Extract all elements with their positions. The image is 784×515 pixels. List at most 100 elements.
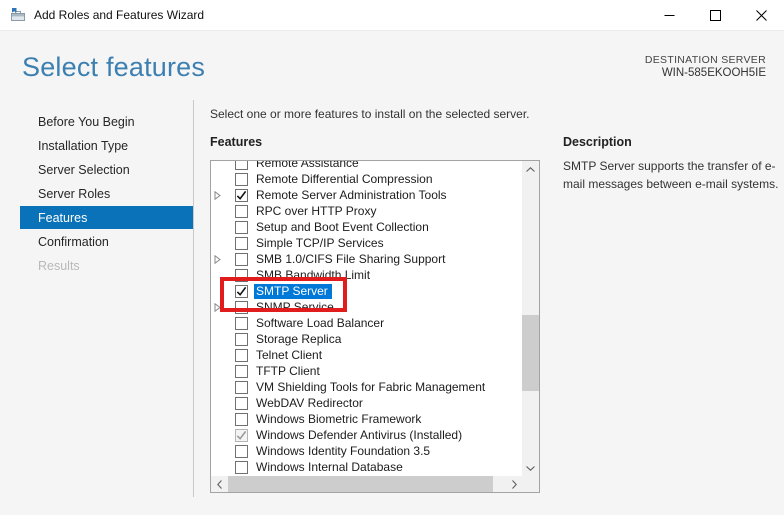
feature-row-snmp-service[interactable]: SNMP Service (211, 299, 522, 315)
feature-row-telnet-client[interactable]: Telnet Client (211, 347, 522, 363)
feature-checkbox[interactable] (235, 301, 248, 314)
scroll-left-button[interactable] (211, 476, 227, 492)
destination-server-name: WIN-585EKOOH5IE (645, 67, 766, 80)
sidebar-item-server-selection[interactable]: Server Selection (20, 158, 193, 181)
expander-control[interactable] (214, 191, 228, 200)
feature-label: Windows Internal Database (256, 460, 403, 474)
feature-checkbox[interactable] (235, 333, 248, 346)
expand-arrow-icon (214, 255, 221, 264)
feature-label: Storage Replica (256, 332, 341, 346)
feature-row-windows-defender-antivirus-installed[interactable]: Windows Defender Antivirus (Installed) (211, 427, 522, 443)
feature-row-smb-1-0-cifs-file-sharing-support[interactable]: SMB 1.0/CIFS File Sharing Support (211, 251, 522, 267)
chevron-down-icon (526, 466, 535, 471)
feature-checkbox[interactable] (235, 253, 248, 266)
feature-checkbox[interactable] (235, 413, 248, 426)
chevron-right-icon (512, 480, 517, 489)
description-section-label: Description (563, 135, 632, 149)
feature-label: Remote Differential Compression (256, 172, 433, 186)
features-listbox: Remote Assistance Remote Differential Com… (210, 160, 540, 493)
feature-label: SMB 1.0/CIFS File Sharing Support (256, 252, 445, 266)
feature-checkbox[interactable] (235, 205, 248, 218)
sidebar-item-installation-type[interactable]: Installation Type (20, 134, 193, 157)
maximize-button[interactable] (692, 0, 738, 30)
sidebar-item-server-roles[interactable]: Server Roles (20, 182, 193, 205)
feature-label: TFTP Client (256, 364, 320, 378)
feature-checkbox[interactable] (235, 237, 248, 250)
feature-row-setup-and-boot-event-collection[interactable]: Setup and Boot Event Collection (211, 219, 522, 235)
feature-row-tftp-client[interactable]: TFTP Client (211, 363, 522, 379)
sidebar-item-label: Before You Begin (38, 115, 135, 129)
feature-label: Setup and Boot Event Collection (256, 220, 429, 234)
scrollbar-corner (522, 476, 539, 492)
title-bar: Add Roles and Features Wizard (0, 0, 784, 31)
server-manager-icon (10, 7, 26, 23)
sidebar-item-label: Results (38, 259, 80, 273)
vertical-scroll-thumb[interactable] (522, 315, 539, 391)
vertical-scrollbar[interactable] (522, 161, 539, 476)
wizard-steps: Before You Begin Installation Type Server … (20, 110, 193, 278)
feature-row-software-load-balancer[interactable]: Software Load Balancer (211, 315, 522, 331)
feature-row-smb-bandwidth-limit[interactable]: SMB Bandwidth Limit (211, 267, 522, 283)
feature-row-windows-identity-foundation-3-5[interactable]: Windows Identity Foundation 3.5 (211, 443, 522, 459)
feature-label: Simple TCP/IP Services (256, 236, 384, 250)
feature-row-remote-assistance[interactable]: Remote Assistance (211, 161, 522, 171)
minimize-icon (664, 10, 675, 21)
feature-checkbox (235, 429, 248, 442)
feature-checkbox[interactable] (235, 269, 248, 282)
feature-row-simple-tcp-ip-services[interactable]: Simple TCP/IP Services (211, 235, 522, 251)
feature-checkbox[interactable] (235, 161, 248, 170)
close-button[interactable] (738, 0, 784, 30)
feature-checkbox[interactable] (235, 173, 248, 186)
expander-control[interactable] (214, 255, 228, 264)
feature-row-windows-biometric-framework[interactable]: Windows Biometric Framework (211, 411, 522, 427)
sidebar-item-confirmation[interactable]: Confirmation (20, 230, 193, 253)
feature-row-remote-server-administration-tools[interactable]: Remote Server Administration Tools (211, 187, 522, 203)
chevron-left-icon (217, 480, 222, 489)
minimize-button[interactable] (646, 0, 692, 30)
feature-checkbox[interactable] (235, 221, 248, 234)
feature-label: Remote Assistance (256, 161, 359, 170)
feature-checkbox[interactable] (235, 349, 248, 362)
feature-checkbox[interactable] (235, 365, 248, 378)
window-controls (646, 0, 784, 30)
feature-checkbox[interactable] (235, 445, 248, 458)
feature-checkbox[interactable] (235, 285, 248, 298)
horizontal-scrollbar[interactable] (211, 476, 522, 492)
page-title: Select features (22, 52, 205, 83)
feature-label: Windows Biometric Framework (256, 412, 421, 426)
feature-label: SMB Bandwidth Limit (256, 268, 370, 282)
horizontal-scroll-thumb[interactable] (228, 476, 493, 492)
sidebar-divider (193, 100, 194, 497)
feature-row-smtp-server[interactable]: SMTP Server (211, 283, 522, 299)
scroll-down-button[interactable] (522, 460, 539, 476)
expand-arrow-icon (214, 191, 221, 200)
maximize-icon (710, 10, 721, 21)
checkmark-icon (236, 430, 247, 441)
expander-control[interactable] (214, 303, 228, 312)
sidebar-item-label: Confirmation (38, 235, 109, 249)
sidebar-item-features[interactable]: Features (20, 206, 193, 229)
feature-row-vm-shielding-tools-for-fabric-management[interactable]: VM Shielding Tools for Fabric Management (211, 379, 522, 395)
feature-label: Telnet Client (256, 348, 322, 362)
sidebar-item-before-you-begin[interactable]: Before You Begin (20, 110, 193, 133)
feature-row-remote-differential-compression[interactable]: Remote Differential Compression (211, 171, 522, 187)
feature-label: SMTP Server (254, 284, 332, 299)
feature-label: RPC over HTTP Proxy (256, 204, 376, 218)
scroll-right-button[interactable] (506, 476, 522, 492)
feature-checkbox[interactable] (235, 317, 248, 330)
feature-checkbox[interactable] (235, 397, 248, 410)
feature-checkbox[interactable] (235, 189, 248, 202)
scroll-up-button[interactable] (522, 161, 539, 177)
feature-row-rpc-over-http-proxy[interactable]: RPC over HTTP Proxy (211, 203, 522, 219)
feature-row-windows-internal-database[interactable]: Windows Internal Database (211, 459, 522, 475)
feature-checkbox[interactable] (235, 381, 248, 394)
features-section-label: Features (210, 135, 262, 149)
feature-row-storage-replica[interactable]: Storage Replica (211, 331, 522, 347)
checkmark-icon (236, 286, 247, 297)
sidebar-item-label: Installation Type (38, 139, 128, 153)
feature-label: Windows Defender Antivirus (Installed) (256, 428, 462, 442)
chevron-up-icon (526, 167, 535, 172)
feature-row-webdav-redirector[interactable]: WebDAV Redirector (211, 395, 522, 411)
feature-checkbox[interactable] (235, 461, 248, 474)
destination-server-label: DESTINATION SERVER (645, 54, 766, 67)
